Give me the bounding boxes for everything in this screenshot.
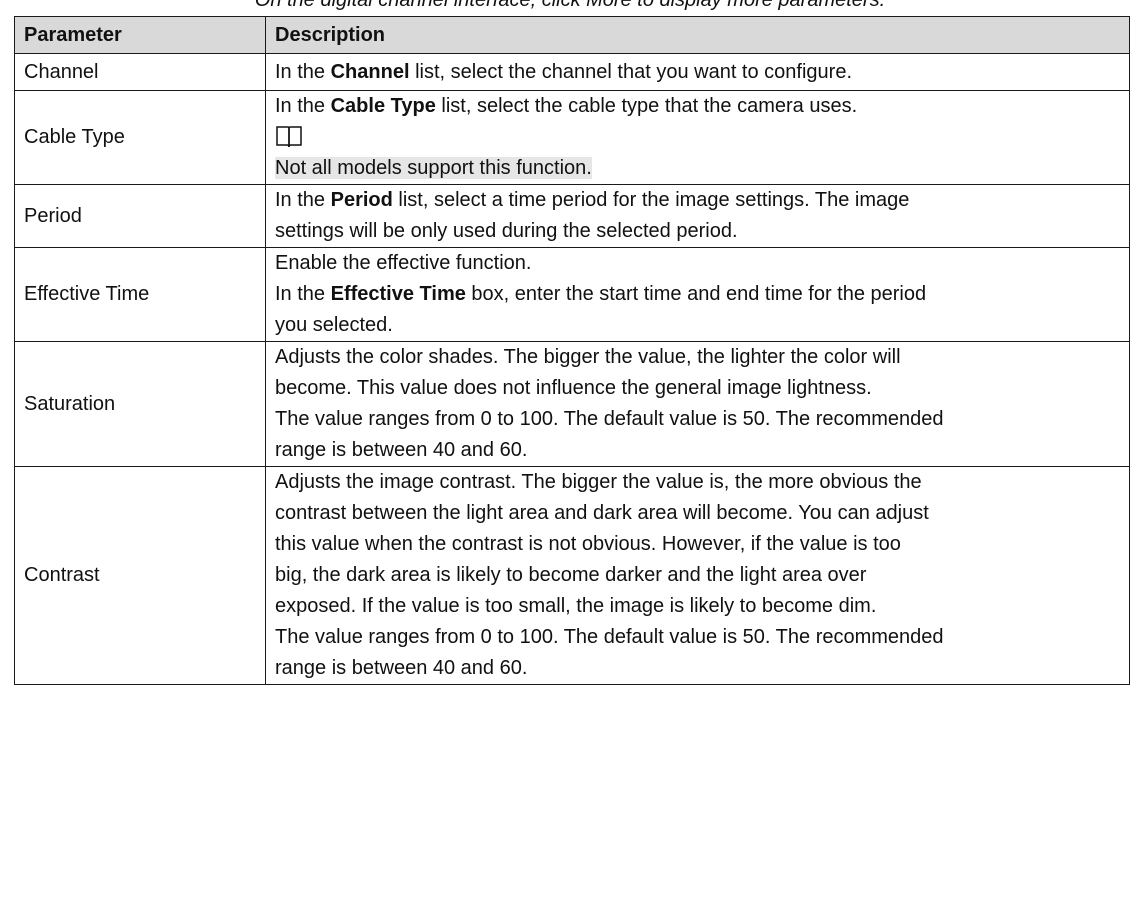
param-name: Period (14, 184, 266, 248)
param-description: Adjusts the color shades. The bigger the… (265, 341, 1130, 467)
parameter-table: Parameter Description Channel In the Cha… (14, 16, 1130, 685)
description-line: In the Cable Type list, select the cable… (275, 95, 858, 117)
param-name: Channel (14, 53, 266, 91)
description-line: The value ranges from 0 to 100. The defa… (275, 408, 944, 430)
table-header-row: Parameter Description (14, 16, 1130, 54)
description-line: contrast between the light area and dark… (275, 502, 929, 524)
table-row: Channel In the Channel list, select the … (14, 53, 1130, 91)
table-row: Period In the Period list, select a time… (14, 184, 1130, 248)
param-name: Cable Type (14, 90, 266, 185)
description-line: this value when the contrast is not obvi… (275, 533, 901, 555)
description-line: range is between 40 and 60. (275, 439, 528, 461)
description-line: In the Effective Time box, enter the sta… (275, 283, 927, 305)
param-description: In the Period list, select a time period… (265, 184, 1130, 248)
param-description: Enable the effective function. In the Ef… (265, 247, 1130, 342)
intro-text: On the digital channel interface, click … (254, 0, 886, 11)
header-description: Description (265, 16, 1130, 54)
table-row: Effective Time Enable the effective func… (14, 247, 1130, 342)
param-name: Contrast (14, 466, 266, 685)
description-line: Enable the effective function. (275, 252, 532, 274)
table-row: Contrast Adjusts the image contrast. The… (14, 466, 1130, 685)
param-name: Effective Time (14, 247, 266, 342)
description-line: In the Period list, select a time period… (275, 189, 910, 211)
param-name: Saturation (14, 341, 266, 467)
param-description: In the Cable Type list, select the cable… (265, 90, 1130, 185)
table-row: Cable Type In the Cable Type list, selec… (14, 90, 1130, 185)
param-description: In the Channel list, select the channel … (265, 53, 1130, 91)
note-text: Not all models support this function. (275, 157, 592, 179)
description-line: In the Channel list, select the channel … (275, 60, 852, 83)
description-line: range is between 40 and 60. (275, 657, 528, 679)
description-line: settings will be only used during the se… (275, 220, 738, 242)
table-row: Saturation Adjusts the color shades. The… (14, 341, 1130, 467)
description-line: you selected. (275, 314, 393, 336)
description-line: become. This value does not influence th… (275, 377, 872, 399)
description-line: Adjusts the image contrast. The bigger t… (275, 471, 922, 493)
param-description: Adjusts the image contrast. The bigger t… (265, 466, 1130, 685)
description-line: big, the dark area is likely to become d… (275, 564, 867, 586)
description-line: The value ranges from 0 to 100. The defa… (275, 626, 944, 648)
description-line: Adjusts the color shades. The bigger the… (275, 346, 901, 368)
description-line: exposed. If the value is too small, the … (275, 595, 877, 617)
header-parameter: Parameter (14, 16, 266, 54)
book-note-icon (275, 122, 303, 153)
